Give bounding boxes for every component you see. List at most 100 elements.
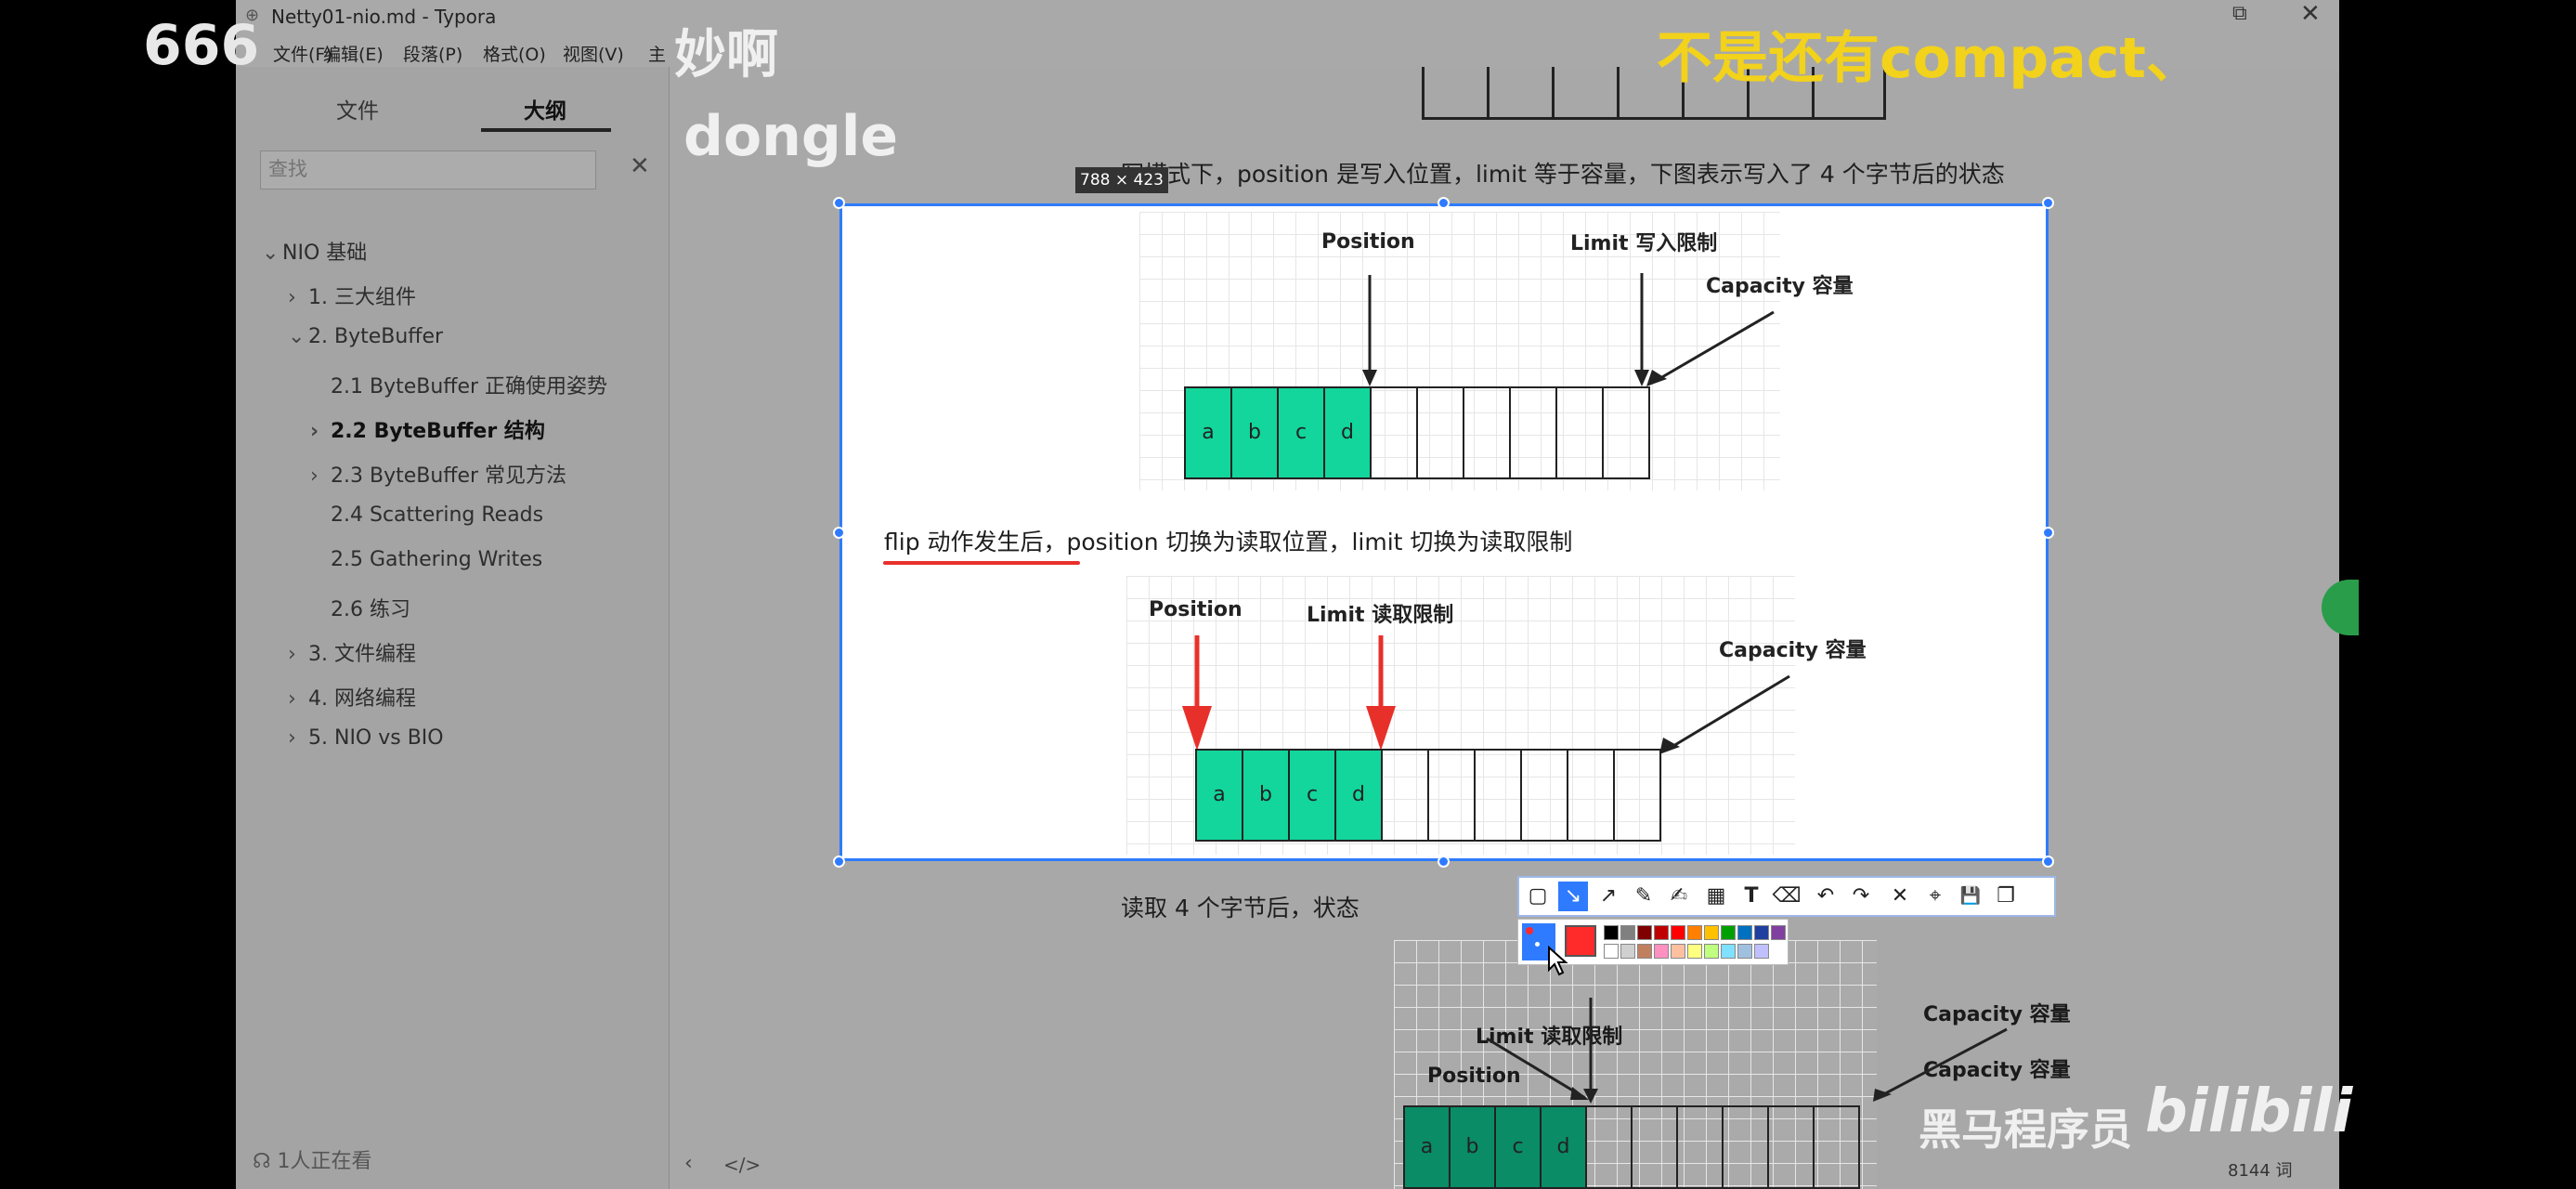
- menu-format[interactable]: 格式(O): [483, 41, 546, 66]
- outline-item-2-4[interactable]: 2.4 Scattering Reads: [331, 503, 543, 527]
- copy-icon[interactable]: ❐: [1991, 882, 2021, 911]
- cancel-icon[interactable]: ✕: [1885, 882, 1915, 911]
- fig3-cell-empty: [1676, 1105, 1724, 1189]
- menu-theme[interactable]: 主: [648, 41, 666, 66]
- fig2-buffer: a b c d: [1195, 749, 1661, 842]
- fig2-cell-empty: [1520, 749, 1568, 842]
- pin-icon[interactable]: ⌖: [1920, 882, 1950, 911]
- fig2-cell-b: b: [1242, 749, 1290, 842]
- danmaku-comment: 666: [143, 13, 260, 78]
- color-swatch[interactable]: [1620, 944, 1635, 959]
- outline-item-2-1[interactable]: 2.1 ByteBuffer 正确使用姿势: [331, 370, 607, 399]
- redo-icon[interactable]: ↷: [1846, 882, 1876, 911]
- menu-view[interactable]: 视图(V): [563, 41, 624, 66]
- fig2-cell-empty: [1474, 749, 1522, 842]
- resize-handle-right[interactable]: [2042, 527, 2054, 539]
- fig3-cell-empty: [1585, 1105, 1633, 1189]
- color-swatch[interactable]: [1654, 944, 1669, 959]
- chevron-right-icon: ›: [310, 464, 319, 488]
- outline-item-1[interactable]: › 1. 三大组件: [288, 281, 416, 310]
- outline-item-2-5[interactable]: 2.5 Gathering Writes: [331, 548, 542, 571]
- fig3-cell-b: b: [1449, 1105, 1496, 1189]
- color-swatch[interactable]: [1704, 944, 1719, 959]
- outline-item-nio[interactable]: ⌄ NIO 基础: [262, 236, 367, 266]
- menu-paragraph[interactable]: 段落(P): [403, 41, 462, 66]
- color-swatch[interactable]: [1637, 944, 1652, 959]
- close-icon[interactable]: ✕: [2300, 0, 2321, 28]
- outline-item-2-6[interactable]: 2.6 练习: [331, 593, 410, 622]
- outline-item-4[interactable]: › 4. 网络编程: [288, 682, 416, 712]
- resize-handle-top-right[interactable]: [2042, 197, 2054, 209]
- tab-files[interactable]: 文件: [336, 93, 379, 124]
- color-swatch[interactable]: [1737, 944, 1752, 959]
- fig3-cell-c: c: [1494, 1105, 1542, 1189]
- color-swatch[interactable]: [1721, 925, 1736, 940]
- color-swatch[interactable]: [1687, 925, 1702, 940]
- danmaku-comment: 妙啊: [674, 25, 778, 85]
- source-code-icon[interactable]: </>: [723, 1154, 761, 1176]
- color-swatch[interactable]: [1737, 925, 1752, 940]
- fig3-cell-empty: [1631, 1105, 1678, 1189]
- outline-item-2[interactable]: ⌄ 2. ByteBuffer: [288, 325, 443, 348]
- save-icon[interactable]: 💾: [1956, 882, 1985, 911]
- eraser-icon[interactable]: ⌫: [1772, 882, 1802, 911]
- restore-icon[interactable]: ⧉: [2232, 2, 2247, 25]
- fig3-cell-empty: [1722, 1105, 1769, 1189]
- window-title: Netty01-nio.md - Typora: [271, 6, 497, 28]
- danmaku-comment: 不是还有compact、: [1657, 26, 2202, 91]
- screenshot-selection[interactable]: Position Limit 写入限制 Capacity 容量 a b c d …: [839, 203, 2049, 861]
- menu-edit[interactable]: 编辑(E): [323, 41, 384, 66]
- resize-handle-top-left[interactable]: [833, 197, 845, 209]
- tab-outline[interactable]: 大纲: [524, 93, 566, 124]
- pen-icon[interactable]: ↘: [1558, 882, 1588, 911]
- color-swatch[interactable]: [1771, 925, 1786, 940]
- word-count: 8144 词: [2228, 1161, 2293, 1181]
- outline-item-5[interactable]: › 5. NIO vs BIO: [288, 726, 444, 750]
- fig2-cell-empty: [1381, 749, 1429, 842]
- outline-item-2-2[interactable]: › 2.2 ByteBuffer 结构: [310, 414, 545, 444]
- viewers-status: ☊ 1人正在看: [253, 1144, 372, 1174]
- rect-icon[interactable]: ▢: [1523, 882, 1553, 911]
- undo-icon[interactable]: ↶: [1811, 882, 1841, 911]
- fig3-cell-empty: [1813, 1105, 1860, 1189]
- fig3-cell-d: d: [1540, 1105, 1587, 1189]
- fig2-cell-a: a: [1195, 749, 1243, 842]
- chevron-right-icon: ›: [288, 643, 296, 666]
- color-swatch[interactable]: [1604, 925, 1619, 940]
- chevron-right-icon: ›: [288, 687, 296, 711]
- color-swatch[interactable]: [1671, 944, 1685, 959]
- mouse-cursor-icon: [1548, 946, 1568, 976]
- color-swatch[interactable]: [1721, 944, 1736, 959]
- outline-item-3[interactable]: › 3. 文件编程: [288, 637, 416, 667]
- viewers-count: 1人正在看: [277, 1150, 372, 1173]
- resize-handle-bottom-left[interactable]: [833, 856, 845, 868]
- marker-icon[interactable]: ✍: [1664, 882, 1694, 911]
- search-field[interactable]: [260, 150, 596, 189]
- toggle-sidebar-icon[interactable]: ‹: [684, 1152, 693, 1175]
- current-color-swatch[interactable]: [1565, 925, 1596, 957]
- pencil-icon[interactable]: ✎: [1629, 882, 1659, 911]
- active-tab-indicator: [481, 128, 611, 132]
- color-swatch[interactable]: [1754, 925, 1769, 940]
- color-swatch[interactable]: [1671, 925, 1685, 940]
- arrow-icon[interactable]: ↗: [1594, 882, 1623, 911]
- color-swatch[interactable]: [1604, 944, 1619, 959]
- color-swatch[interactable]: [1687, 944, 1702, 959]
- color-swatch[interactable]: [1704, 925, 1719, 940]
- mosaic-icon[interactable]: ▦: [1701, 882, 1731, 911]
- resize-handle-left[interactable]: [833, 527, 845, 539]
- color-swatch[interactable]: [1620, 925, 1635, 940]
- resize-handle-bottom[interactable]: [1438, 856, 1450, 868]
- sidebar: 文件 大纲 ✕ ⌄NIO 基础 ›1. 三大组件 ⌄2. ByteBuffer …: [236, 67, 670, 1189]
- clear-search-icon[interactable]: ✕: [630, 152, 650, 180]
- resize-handle-top[interactable]: [1438, 197, 1450, 209]
- color-swatch[interactable]: [1654, 925, 1669, 940]
- color-swatch[interactable]: [1637, 925, 1652, 940]
- resize-handle-bottom-right[interactable]: [2042, 856, 2054, 868]
- chevron-right-icon: ›: [310, 420, 319, 443]
- color-swatch[interactable]: [1754, 944, 1769, 959]
- outline-item-2-3[interactable]: › 2.3 ByteBuffer 常见方法: [310, 459, 566, 489]
- fig3-buffer: a b c d: [1403, 1105, 1867, 1189]
- search-input[interactable]: [261, 151, 577, 187]
- text-icon[interactable]: T: [1737, 882, 1766, 911]
